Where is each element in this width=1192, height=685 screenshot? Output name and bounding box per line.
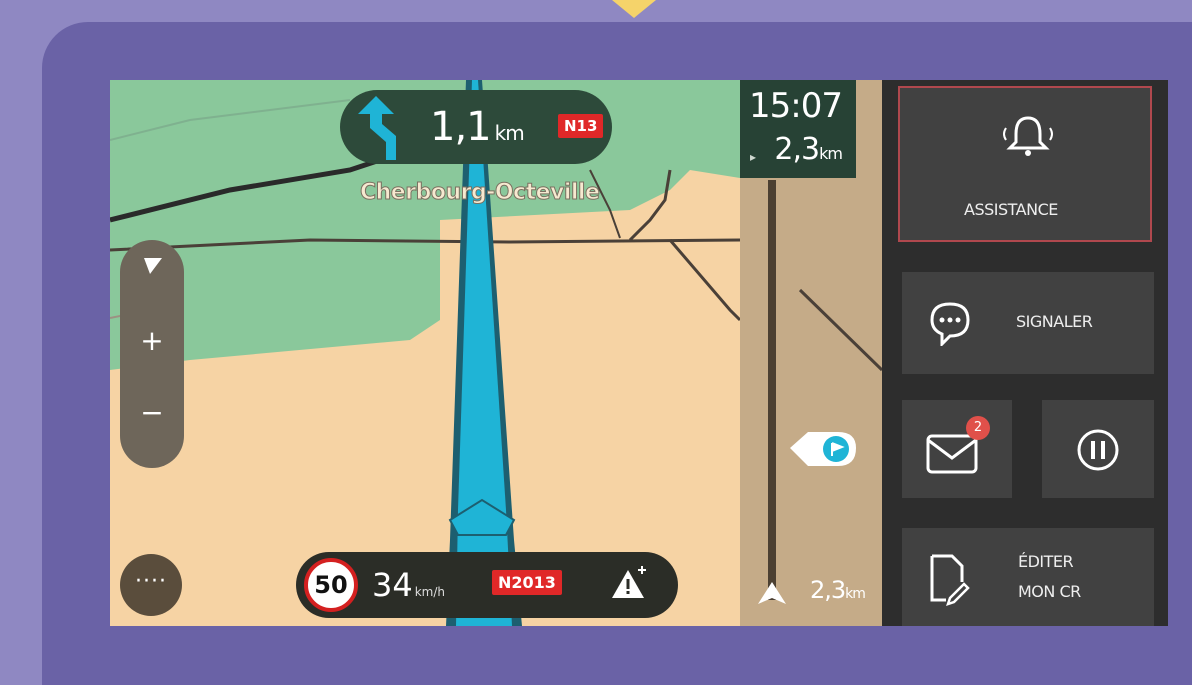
route-bar-distance-value: 2,3: [810, 576, 846, 604]
editer-mon-cr-button[interactable]: ÉDITER MON CR: [902, 528, 1154, 626]
assistance-label: ASSISTANCE: [964, 200, 1058, 219]
speed-limit-sign: 50: [304, 558, 358, 612]
side-panel: ASSISTANCE SIGNALER 2 ÉDITER MON CR: [882, 80, 1168, 626]
editer-label-line1: ÉDITER: [1018, 552, 1074, 571]
pointer-arrow: [612, 0, 656, 18]
city-label: Cherbourg-Octeville: [359, 180, 600, 206]
arrival-time: 15:07: [749, 86, 843, 126]
instruction-distance-value: 1,1: [430, 104, 492, 150]
remaining-distance-value: 2,3: [774, 132, 820, 167]
assistance-bell-icon: [1003, 116, 1053, 156]
current-speed-unit: km/h: [414, 585, 446, 599]
turn-left-arrow-icon: [358, 96, 396, 160]
chat-bubble-icon: [930, 302, 970, 346]
flag-icon: ▸: [750, 150, 757, 164]
main-menu-button[interactable]: ····: [120, 554, 182, 616]
north-compass-icon[interactable]: [120, 254, 184, 282]
message-count-badge: 2: [966, 416, 990, 440]
road-badge-n13: N13: [558, 114, 604, 138]
current-speed-value: 34: [372, 566, 413, 604]
signaler-label: SIGNALER: [1016, 312, 1093, 331]
route-bar-distance-unit: km: [845, 586, 866, 602]
hazard-report-icon[interactable]: [610, 564, 650, 604]
editer-label-line2: MON CR: [1018, 582, 1081, 601]
messages-button[interactable]: 2: [902, 400, 1012, 498]
route-bar-distance: 2,3km: [810, 576, 866, 604]
speed-panel: 50 34 km/h N2013: [296, 552, 678, 618]
instruction-distance-unit: km: [494, 121, 525, 145]
zoom-out-button[interactable]: −: [120, 396, 184, 429]
current-position-icon: [758, 582, 786, 604]
route-progress-bar: [768, 180, 776, 600]
road-badge-n2013: N2013: [492, 570, 562, 595]
assistance-button[interactable]: ASSISTANCE: [898, 86, 1152, 242]
signaler-button[interactable]: SIGNALER: [902, 272, 1154, 374]
remaining-distance: 2,3km: [774, 132, 843, 167]
nav-screen: 1,1 km N13 Cherbourg-Octeville + − ···· 5…: [110, 80, 1168, 626]
next-instruction-panel[interactable]: 1,1 km N13: [340, 90, 612, 164]
zoom-in-button[interactable]: +: [120, 324, 184, 357]
destination-flag-icon[interactable]: [786, 426, 866, 472]
current-speed: 34 km/h: [372, 566, 445, 604]
remaining-distance-unit: km: [819, 144, 843, 163]
edit-document-icon: [930, 554, 970, 606]
map-view[interactable]: 1,1 km N13 Cherbourg-Octeville + − ···· 5…: [110, 80, 740, 626]
zoom-control: + −: [120, 240, 184, 468]
pause-icon: [1077, 429, 1119, 471]
eta-panel[interactable]: 15:07 ▸ 2,3km: [740, 80, 856, 178]
pause-button[interactable]: [1042, 400, 1154, 498]
instruction-distance: 1,1 km: [430, 104, 525, 150]
